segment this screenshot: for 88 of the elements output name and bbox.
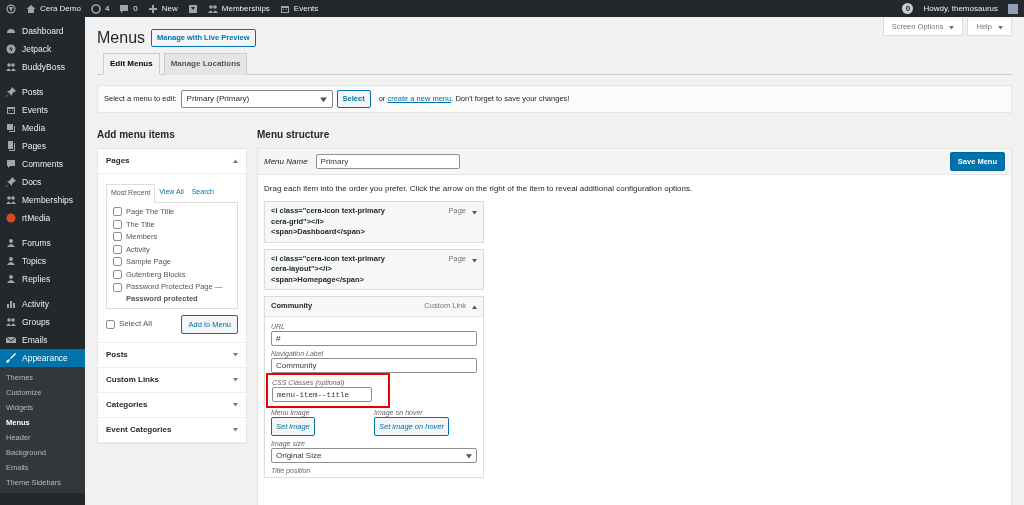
field-label: Menu Name xyxy=(264,155,308,168)
checkbox-label: Select All xyxy=(119,318,152,331)
checkbox[interactable] xyxy=(113,232,122,242)
expand-arrow-icon[interactable] xyxy=(472,210,477,216)
checkbox[interactable] xyxy=(113,282,122,292)
accordion-header[interactable]: Event Categories xyxy=(98,417,246,443)
pushpin-icon xyxy=(6,177,16,187)
people-icon xyxy=(6,195,16,205)
toolbar-link[interactable]: 0 xyxy=(133,2,138,15)
section-heading: Add menu items xyxy=(97,128,176,142)
forum-icon xyxy=(6,256,16,266)
tab[interactable]: Manage Locations xyxy=(163,53,248,75)
checkbox[interactable] xyxy=(113,257,122,267)
sidebar-item[interactable]: Forums xyxy=(0,234,85,252)
envelope-icon xyxy=(6,335,16,345)
forum-icon xyxy=(6,274,16,284)
pushpin-icon xyxy=(6,87,16,97)
media-icon xyxy=(6,123,16,133)
sidebar-item[interactable]: Replies xyxy=(0,270,85,288)
circle-logo-icon xyxy=(6,213,16,223)
toolbar-link[interactable]: Cera Demo xyxy=(40,2,81,15)
menu-name-field[interactable]: Primary xyxy=(315,154,460,170)
checkbox[interactable] xyxy=(113,269,122,279)
calendar-icon xyxy=(6,105,16,115)
checkbox[interactable] xyxy=(106,319,115,329)
people-icon xyxy=(6,62,16,72)
section-heading: Menu structure xyxy=(257,128,331,142)
expand-arrow-icon[interactable] xyxy=(233,402,238,408)
plus-icon xyxy=(147,3,158,14)
sidebar-item[interactable]: Groups xyxy=(0,313,85,331)
toolbar-link[interactable]: Events xyxy=(293,2,319,15)
sidebar-item[interactable]: Docs xyxy=(0,173,85,191)
sidebar-item[interactable]: Posts xyxy=(0,83,85,101)
sidebar-item[interactable]: rtMedia xyxy=(0,209,85,227)
chevron-icon xyxy=(466,452,472,459)
checkbox[interactable] xyxy=(113,219,122,229)
toolbar-link[interactable]: Memberships xyxy=(221,2,270,15)
caret-icon[interactable] xyxy=(998,24,1003,30)
sidebar-item[interactable]: Jetpack xyxy=(0,40,85,58)
notification-count: 0 xyxy=(902,3,914,14)
forum-icon xyxy=(6,238,16,248)
document-icon xyxy=(6,141,16,151)
expand-arrow-icon[interactable] xyxy=(233,352,238,358)
sidebar-item[interactable]: Media xyxy=(0,119,85,137)
people-icon xyxy=(207,3,218,14)
expand-arrow-icon[interactable] xyxy=(233,427,238,433)
gauge-icon xyxy=(6,26,16,36)
sidebar-item[interactable]: Dashboard xyxy=(0,22,85,40)
accordion-header[interactable]: Posts xyxy=(98,342,246,368)
collapse-arrow-icon[interactable] xyxy=(233,158,238,164)
sidebar-item[interactable]: Pages xyxy=(0,137,85,155)
sidebar-item[interactable]: Comments xyxy=(0,155,85,173)
paintbrush-icon xyxy=(6,353,16,363)
page-title: Menus xyxy=(97,28,146,48)
accordion-header[interactable]: Categories xyxy=(98,392,246,418)
toolbar-link[interactable]: New xyxy=(161,2,178,15)
sidebar-item[interactable]: Events xyxy=(0,101,85,119)
tab[interactable]: Edit Menus xyxy=(103,53,160,75)
avatar-icon xyxy=(1008,3,1018,14)
sidebar-item[interactable]: Activity xyxy=(0,295,85,313)
lightning-icon xyxy=(6,44,16,54)
instruction-text: Drag each item into the order you prefer. Click the arrow on the right of the item to reveal additional configuration options. xyxy=(264,183,694,196)
activity-icon xyxy=(6,299,16,309)
comment-icon xyxy=(119,3,130,14)
calendar-icon xyxy=(279,3,290,14)
caret-icon[interactable] xyxy=(949,24,955,30)
expand-arrow-icon[interactable] xyxy=(233,377,238,383)
menu-select[interactable]: Primary (Primary) xyxy=(180,90,333,108)
input-field[interactable]: # xyxy=(271,330,477,346)
refresh-icon xyxy=(90,3,101,14)
expand-arrow-icon[interactable] xyxy=(472,257,477,263)
checkbox[interactable] xyxy=(113,207,122,217)
sidebar-item[interactable]: Appearance xyxy=(0,349,85,367)
chevron-icon xyxy=(319,95,327,103)
account-link[interactable]: Howdy, themosaurus xyxy=(923,2,998,15)
select-field[interactable]: Original Size xyxy=(271,448,477,463)
sidebar-item[interactable]: Emails xyxy=(0,331,85,349)
toolbar-link[interactable]: 4 xyxy=(104,2,110,15)
sidebar-item[interactable]: Memberships xyxy=(0,191,85,209)
input-field[interactable]: Community xyxy=(271,357,477,373)
comment-icon xyxy=(6,159,16,169)
collapse-arrow-icon[interactable] xyxy=(472,305,477,311)
sidebar-item[interactable]: Topics xyxy=(0,252,85,270)
sidebar-item[interactable]: BuddyBoss xyxy=(0,58,85,76)
accordion-header[interactable]: Custom Links xyxy=(98,367,246,393)
house-icon xyxy=(26,3,36,14)
people-icon xyxy=(6,317,16,327)
checkbox[interactable] xyxy=(113,244,122,254)
